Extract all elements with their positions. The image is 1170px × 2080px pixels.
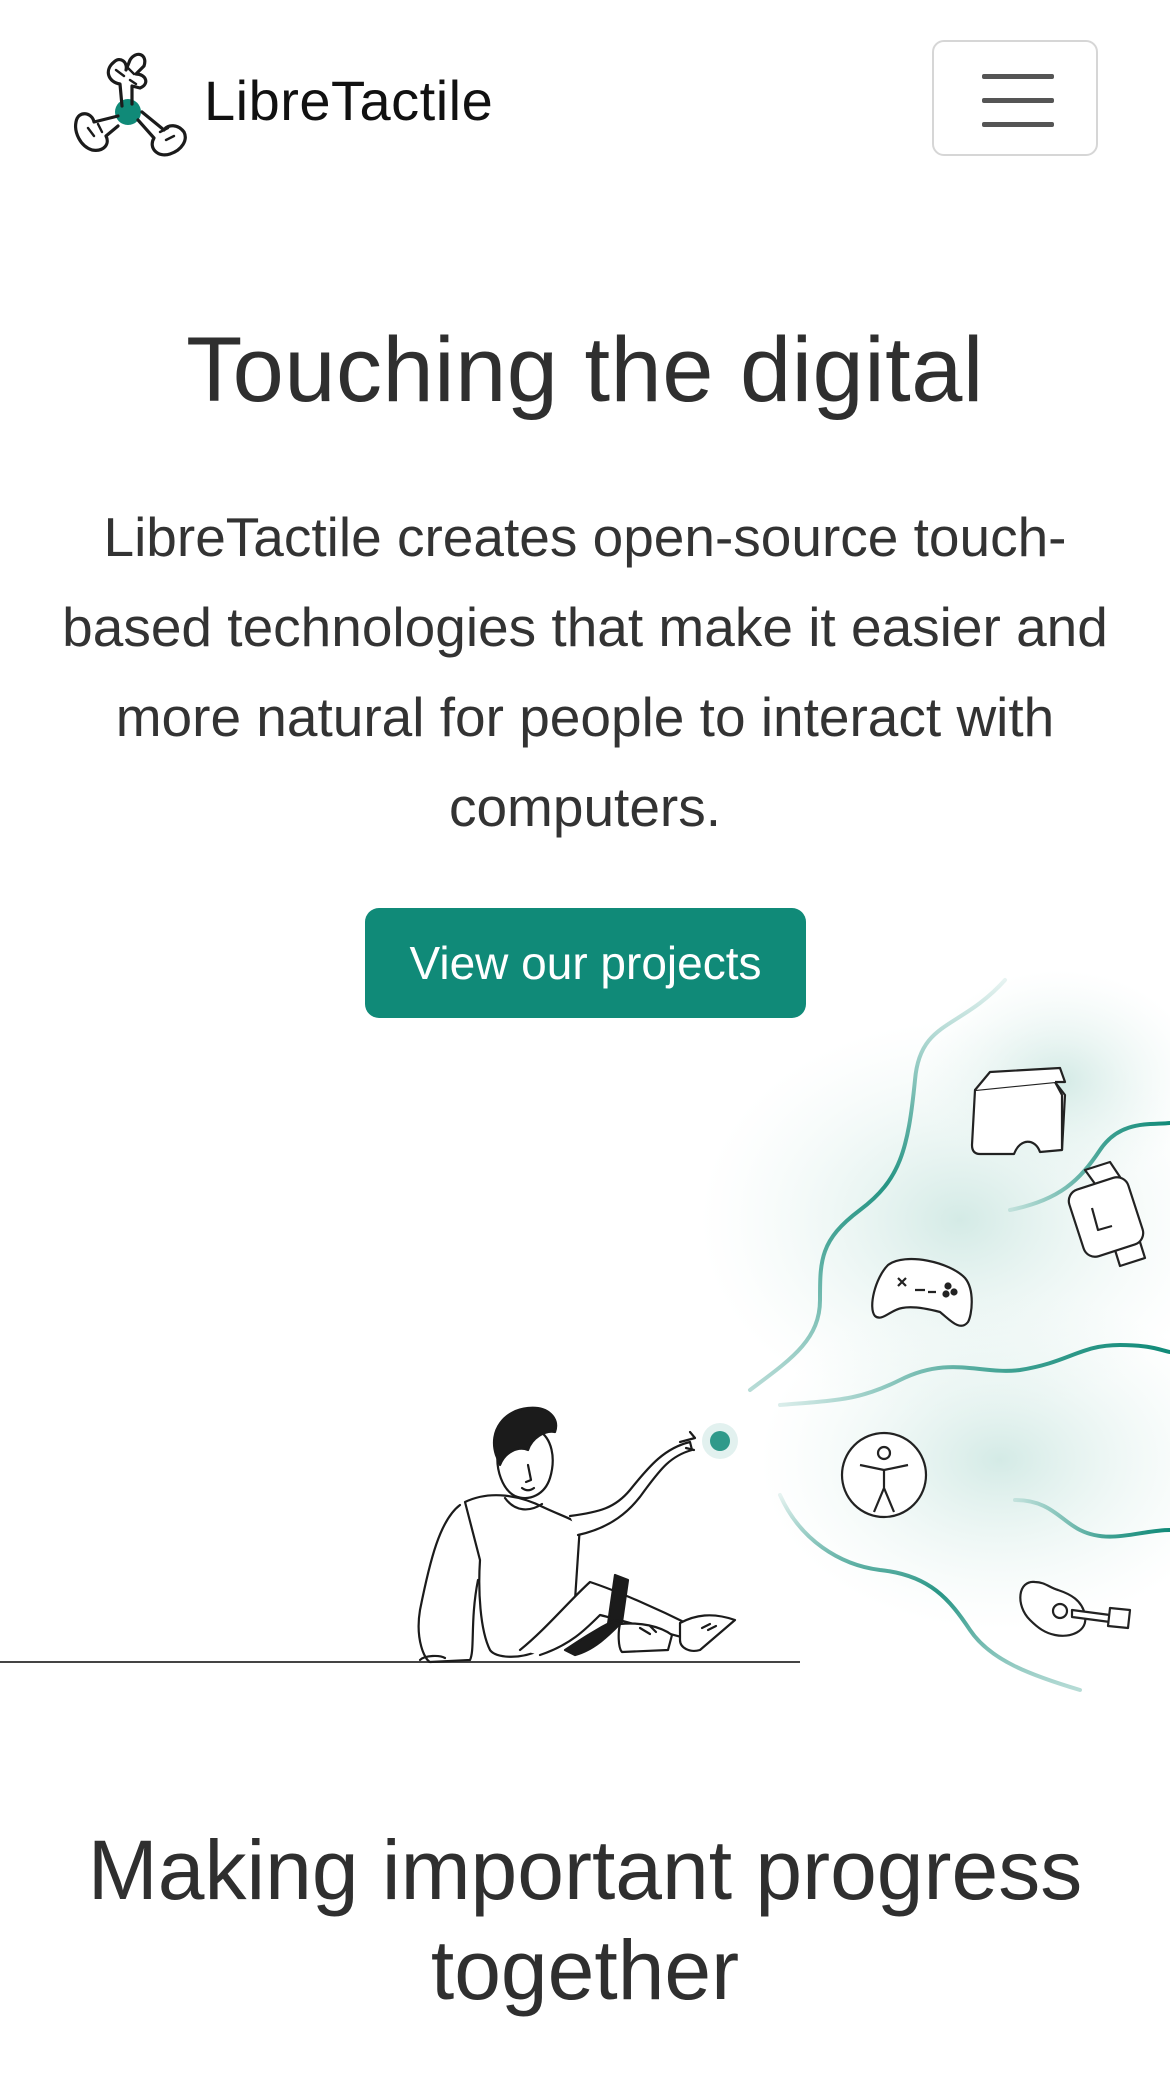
person-illustration	[417, 1406, 737, 1664]
brand-name: LibreTactile	[204, 68, 494, 132]
page: LibreTactile Touching the digital LibreT…	[0, 0, 1170, 2080]
vr-headset-icon	[970, 1066, 1067, 1156]
hero-lead: LibreTactile creates open-source touch-b…	[62, 506, 1108, 838]
hamburger-menu-icon	[982, 74, 1054, 127]
menu-toggle-button[interactable]	[932, 40, 1098, 156]
libretactile-logo-icon	[74, 52, 187, 157]
brand-link[interactable]: LibreTactile	[70, 40, 493, 160]
hero-title: Touching the digital	[186, 319, 984, 421]
navbar: LibreTactile	[0, 0, 1170, 200]
hero-illustration	[0, 970, 1170, 1692]
accessibility-icon	[840, 1431, 928, 1519]
section-title-progress: Making important progress together	[87, 1823, 1083, 2017]
